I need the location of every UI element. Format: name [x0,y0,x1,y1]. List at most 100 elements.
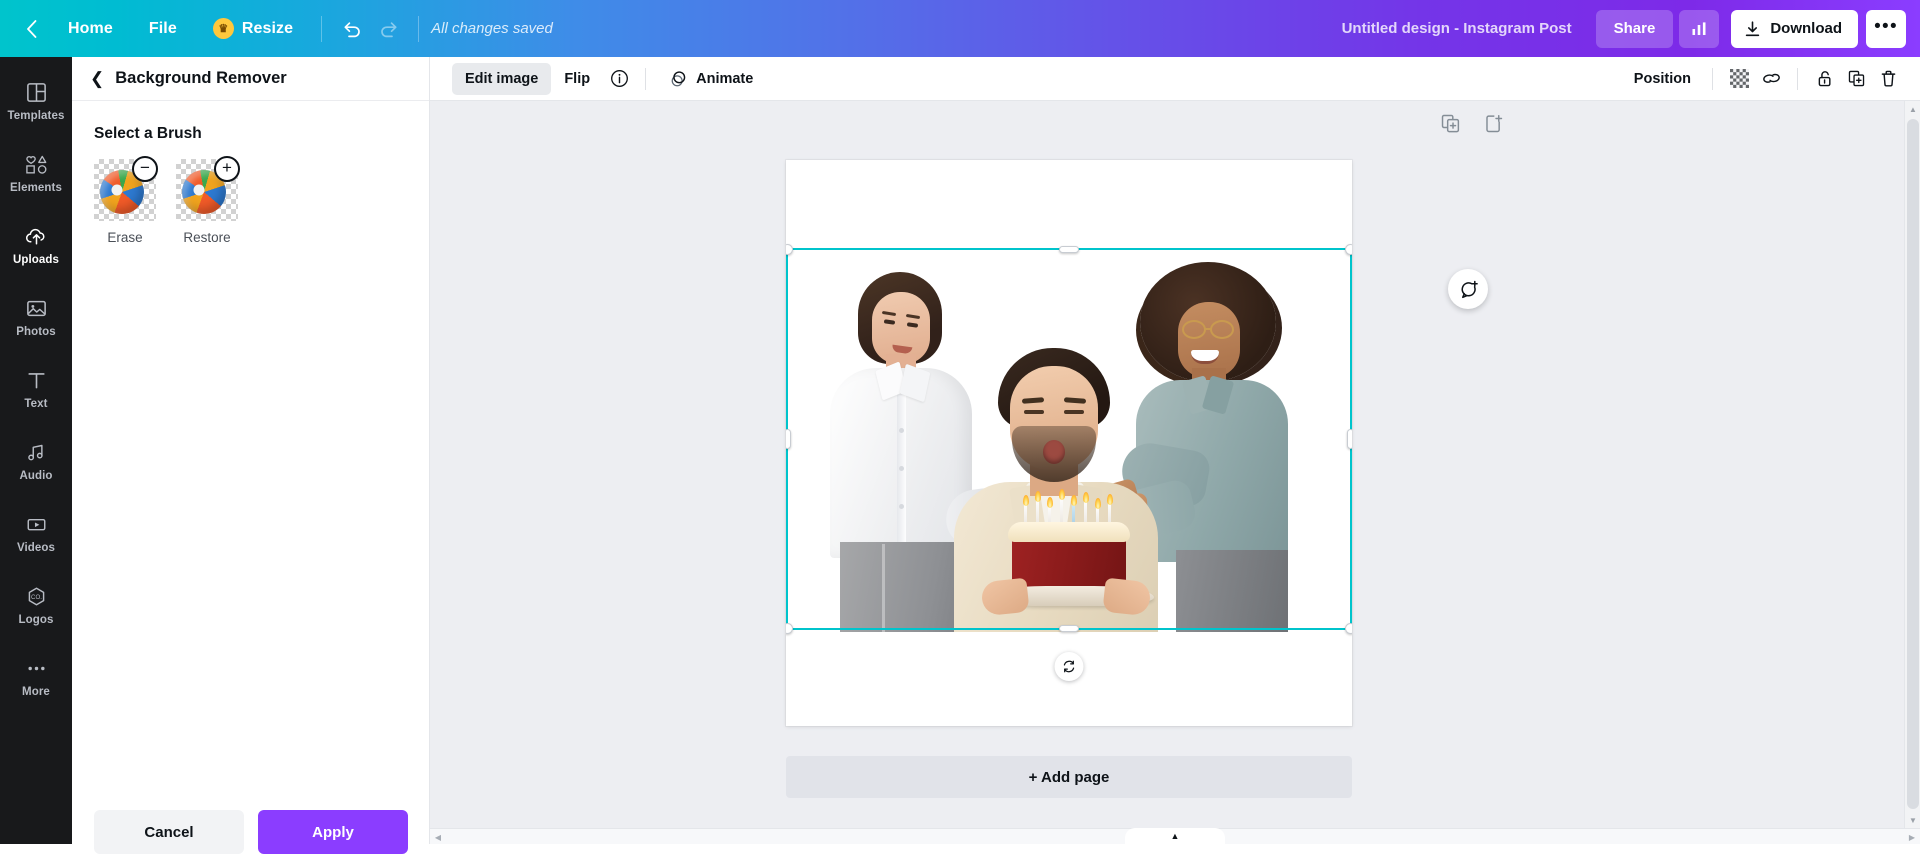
link-button[interactable] [1755,63,1787,95]
scroll-right-arrow[interactable]: ▶ [1904,829,1920,845]
selected-image-element[interactable] [786,250,1352,632]
panel-header: ❮ Background Remover [72,57,429,101]
share-button[interactable]: Share [1596,10,1674,48]
undo-arrow-icon [341,20,362,38]
sidebar-item-logos[interactable]: CO. Logos [0,569,72,641]
duplicate-button[interactable] [1840,63,1872,95]
decor [899,428,904,433]
duplicate-page-icon[interactable] [1440,113,1461,134]
insights-button[interactable] [1679,10,1719,48]
delete-button[interactable] [1872,63,1904,95]
scroll-left-arrow[interactable]: ◀ [430,829,446,845]
add-page-button[interactable]: + Add page [786,756,1352,798]
brush-option-erase[interactable]: − Erase [94,159,156,245]
image-info-button[interactable] [603,63,635,95]
brush-label: Erase [94,230,156,245]
add-comment-button[interactable] [1448,269,1488,309]
download-button[interactable]: Download [1731,10,1858,48]
sidebar-item-templates[interactable]: Templates [0,65,72,137]
animate-circles-icon [669,69,688,88]
vertical-scrollbar[interactable]: ▲ ▼ [1904,101,1920,828]
sidebar-item-photos[interactable]: Photos [0,281,72,353]
crown-icon: ♛ [213,18,234,39]
cancel-button[interactable]: Cancel [94,810,244,854]
resize-menu-item[interactable]: ♛ Resize [197,11,309,47]
sidebar-item-text[interactable]: Text [0,353,72,425]
download-arrow-icon [1744,20,1761,38]
decor [1176,550,1288,632]
animate-button[interactable]: Animate [656,63,766,95]
toolbar-divider [321,16,322,42]
canvas-area[interactable]: + Add page [430,101,1920,844]
decor [980,578,1029,617]
undo-button[interactable] [332,10,370,48]
decor [899,466,904,471]
design-page[interactable] [786,160,1352,726]
decor [1064,410,1084,414]
toolbar-divider [645,68,646,90]
redo-arrow-icon [379,20,400,38]
save-status-text: All changes saved [431,20,553,37]
back-button[interactable] [12,10,50,48]
expand-panel-tab[interactable]: ▲ [1125,828,1225,844]
status-divider [418,16,419,42]
apply-button[interactable]: Apply [258,810,408,854]
flip-label: Flip [564,71,590,87]
toolbar-divider [1797,68,1798,90]
cancel-label: Cancel [144,824,193,841]
position-label: Position [1634,71,1691,87]
resize-label: Resize [242,20,293,38]
vertical-scroll-thumb[interactable] [1907,119,1919,809]
editor-toolbar: Edit image Flip Animate Position [430,57,1920,101]
add-page-label: + Add page [1029,769,1110,786]
scroll-up-arrow[interactable]: ▲ [1905,101,1920,117]
document-title[interactable]: Untitled design - Instagram Post [1332,14,1582,43]
transparency-button[interactable] [1723,63,1755,95]
lock-open-icon [1815,69,1834,88]
svg-text:CO.: CO. [31,594,42,601]
bar-chart-icon [1690,20,1708,38]
panel-body: Select a Brush − Erase + Restore [72,101,429,245]
rotate-handle[interactable] [1055,652,1084,681]
more-options-button[interactable]: ••• [1866,10,1906,48]
lock-button[interactable] [1808,63,1840,95]
home-menu-item[interactable]: Home [52,11,129,47]
share-label: Share [1614,20,1656,37]
trash-icon [1879,69,1898,88]
ellipsis-icon [25,657,48,681]
add-comment-icon [1458,279,1479,300]
sidebar-item-audio[interactable]: Audio [0,425,72,497]
sidebar-label: Templates [8,110,65,122]
minus-badge-icon: − [132,156,158,182]
add-page-icon[interactable] [1483,113,1504,134]
animate-label: Animate [696,71,753,87]
person-right-face [1178,302,1240,378]
sidebar-item-elements[interactable]: Elements [0,137,72,209]
download-label: Download [1770,20,1842,37]
flip-button[interactable]: Flip [551,63,603,95]
brush-section-heading: Select a Brush [94,125,407,143]
home-label: Home [68,20,113,38]
sidebar-item-more[interactable]: More [0,641,72,713]
brush-option-restore[interactable]: + Restore [176,159,238,245]
templates-grid-icon [25,81,48,105]
position-button[interactable]: Position [1623,63,1702,95]
sidebar-item-videos[interactable]: Videos [0,497,72,569]
chevron-left-icon [26,20,37,38]
edit-image-button[interactable]: Edit image [452,63,551,95]
top-bar: Home File ♛ Resize All changes saved Unt… [0,0,1920,57]
page-tools [1440,113,1504,134]
scroll-down-arrow[interactable]: ▼ [1905,812,1920,828]
sidebar-label: Audio [19,470,52,482]
horizontal-scrollbar[interactable]: ◀ ▶ ▲ [430,828,1920,844]
panel-back-button[interactable]: ❮ [90,70,104,87]
decor [1008,522,1130,542]
panel-title: Background Remover [115,69,286,88]
decor [1024,410,1044,414]
redo-button[interactable] [370,10,408,48]
sidebar-item-uploads[interactable]: Uploads [0,209,72,281]
shapes-icon [24,153,49,177]
edit-image-label: Edit image [465,71,538,87]
transparency-checker-icon [1730,69,1749,88]
file-menu-item[interactable]: File [133,11,193,47]
